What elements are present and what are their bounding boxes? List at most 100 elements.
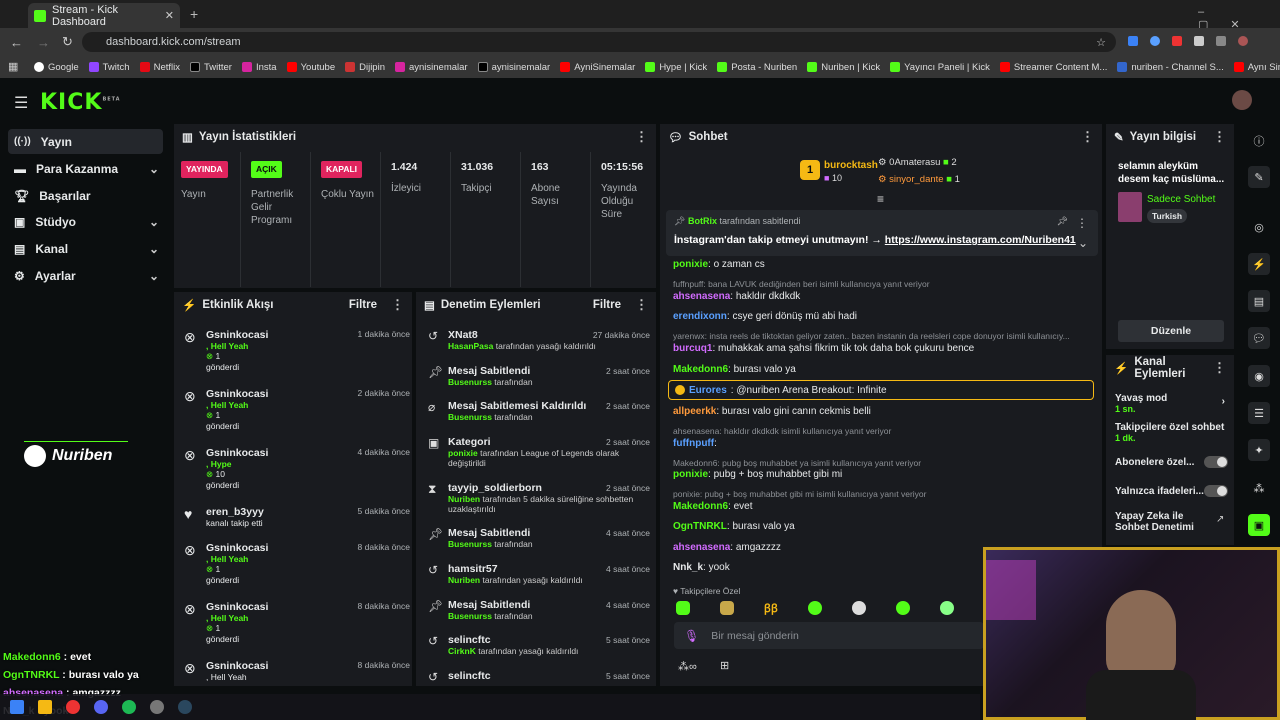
chat-username[interactable]: Makedonn6	[673, 364, 728, 375]
windows-start-icon[interactable]	[10, 700, 24, 714]
chat-username[interactable]: burcuq1	[673, 343, 712, 354]
bookmark-star-icon[interactable]: ☆	[1096, 36, 1106, 49]
chat-username[interactable]: ahsenasena	[673, 542, 730, 553]
sidebar-item-studyo[interactable]: ▣ Stüdyo ⌄	[8, 209, 163, 234]
gift-icon[interactable]: ⊞	[720, 659, 729, 672]
forward-icon[interactable]: →	[37, 35, 50, 50]
followers-only-action[interactable]: Takipçilere özel sohbet 1 dk.	[1115, 422, 1225, 443]
gifter-2[interactable]: ⚙ 0Amaterasu ■ 2	[878, 157, 957, 168]
bookmark[interactable]: Insta	[241, 62, 277, 73]
more-options-icon[interactable]: ⋮	[1081, 129, 1094, 145]
chat-username[interactable]: OgnTNRKL	[673, 521, 727, 532]
chat-username[interactable]: ahsenasena	[673, 291, 730, 302]
chrome-icon[interactable]	[66, 700, 80, 714]
kick-logo[interactable]: KICKBETA	[40, 90, 121, 115]
bookmark[interactable]: Twitch	[88, 62, 130, 73]
emote[interactable]: ꞵꞵ	[764, 601, 778, 615]
emote[interactable]	[720, 601, 734, 615]
reload-icon[interactable]: ↻	[62, 34, 73, 50]
emote[interactable]	[852, 601, 866, 615]
microphone-icon[interactable]: 🎙︎	[684, 629, 699, 643]
sidebar-item-basarilar[interactable]: 🏆︎ Başarılar	[8, 183, 163, 208]
bookmark[interactable]: nuriben - Channel S...	[1117, 62, 1224, 73]
sidebar-item-ayarlar[interactable]: ⚙ Ayarlar ⌄	[8, 263, 163, 288]
chat-username[interactable]: fuffnpuff	[673, 438, 714, 449]
bookmark[interactable]: Aynı Sinemalar - Ça...	[1233, 62, 1280, 73]
more-options-icon[interactable]: ⋮	[1076, 216, 1088, 230]
bookmark[interactable]: Nuriben | Kick	[807, 62, 880, 73]
chat-icon[interactable]: 💬︎	[1248, 327, 1270, 349]
emote[interactable]	[896, 601, 910, 615]
slow-mode-action[interactable]: Yavaş mod 1 sn. ›	[1115, 393, 1225, 414]
more-options-icon[interactable]: ⋮	[635, 129, 648, 145]
close-tab-icon[interactable]: ✕	[165, 9, 174, 22]
discord-icon[interactable]	[94, 700, 108, 714]
emote[interactable]	[808, 601, 822, 615]
more-options-icon[interactable]: ⋮	[635, 297, 648, 313]
filter-button[interactable]: Filtre	[349, 299, 377, 311]
sidebar-item-yayin[interactable]: ((·)) Yayın	[8, 129, 163, 154]
steam-icon[interactable]	[178, 700, 192, 714]
tool-icon[interactable]: ✦	[1248, 439, 1270, 461]
chat-username[interactable]: erendixonn	[673, 311, 727, 322]
bookmark[interactable]: AyniSinemalar	[560, 62, 635, 73]
chat-username[interactable]: Nnk_k	[673, 562, 703, 573]
collapse-icon[interactable]: ≡	[877, 192, 884, 206]
emote[interactable]	[940, 601, 954, 615]
chat-username[interactable]: allpeerkk	[673, 406, 716, 417]
category-name[interactable]: Sadece Sohbet	[1147, 194, 1215, 205]
broadcast-icon[interactable]: ◉	[1248, 365, 1270, 387]
bookmark[interactable]: aynisinemalar	[394, 62, 468, 73]
info-icon[interactable]: ⓘ	[1248, 130, 1270, 152]
emotes-only-toggle[interactable]	[1204, 485, 1228, 497]
obs-icon[interactable]	[150, 700, 164, 714]
unpin-icon[interactable]: 📌︎	[1057, 216, 1068, 227]
sidebar-item-para-kazanma[interactable]: ▬ Para Kazanma ⌄	[8, 156, 163, 181]
more-options-icon[interactable]: ⋮	[1213, 129, 1226, 145]
profile-icon[interactable]	[1238, 36, 1248, 46]
users-icon[interactable]: ⁂∞	[678, 660, 697, 673]
extensions-icon[interactable]	[1194, 36, 1204, 46]
extension-icon[interactable]	[1128, 36, 1138, 46]
more-options-icon[interactable]: ⋮	[1213, 360, 1226, 376]
chevron-down-icon[interactable]: ⌄	[1078, 236, 1088, 250]
list-icon[interactable]: ☰	[1248, 402, 1270, 424]
bookmark[interactable]: Netflix	[139, 62, 180, 73]
bookmark[interactable]: Streamer Content M...	[999, 62, 1107, 73]
chat-username[interactable]: ponixie	[673, 469, 708, 480]
address-bar[interactable]: dashboard.kick.com/stream ☆	[82, 32, 1116, 52]
browser-tab[interactable]: Stream - Kick Dashboard ✕	[28, 3, 180, 28]
back-icon[interactable]: ←	[10, 35, 23, 50]
extension-icon[interactable]	[1172, 36, 1182, 46]
apps-grid-icon[interactable]: ▦	[8, 60, 18, 73]
top-gifter-name[interactable]: burocktash	[824, 160, 878, 171]
bookmark[interactable]: Yayıncı Paneli | Kick	[890, 62, 990, 73]
camera-icon[interactable]: ◎	[1248, 216, 1270, 238]
avatar[interactable]	[1232, 90, 1252, 110]
ai-moderation-action[interactable]: Yapay Zeka ile Sohbet Denetimi	[1115, 511, 1201, 533]
external-link-icon[interactable]: ↗	[1216, 514, 1224, 525]
spotify-icon[interactable]	[122, 700, 136, 714]
lightning-icon[interactable]: ⚡	[1248, 253, 1270, 275]
new-tab-icon[interactable]: +	[190, 6, 198, 22]
edit-icon[interactable]: ✎	[1248, 166, 1270, 188]
chat-username[interactable]: Makedonn6	[673, 501, 728, 512]
menu-icon[interactable]: ☰	[14, 93, 28, 113]
users-icon[interactable]: ⁂	[1248, 477, 1270, 499]
bookmark[interactable]: Posta - Nuriben	[717, 62, 797, 73]
bookmark[interactable]: Google	[34, 62, 79, 73]
pinned-link[interactable]: https://www.instagram.com/Nuriben41	[885, 234, 1076, 246]
bookmark[interactable]: Twitter	[189, 62, 232, 73]
emote[interactable]	[676, 601, 690, 615]
sidepanel-icon[interactable]	[1216, 36, 1226, 46]
sidebar-item-kanal[interactable]: ▤ Kanal ⌄	[8, 236, 163, 261]
chat-username[interactable]: ponixie	[673, 259, 708, 270]
gifter-3[interactable]: ⚙ sinyor_dante ■ 1	[878, 174, 960, 185]
bookmark[interactable]: Dijipin	[345, 62, 385, 73]
extension-icon[interactable]	[1150, 36, 1160, 46]
subscribers-only-toggle[interactable]	[1204, 456, 1228, 468]
filter-button[interactable]: Filtre	[593, 299, 621, 311]
file-explorer-icon[interactable]	[38, 700, 52, 714]
edit-button[interactable]: Düzenle	[1118, 320, 1224, 342]
bookmark[interactable]: Hype | Kick	[645, 62, 707, 73]
